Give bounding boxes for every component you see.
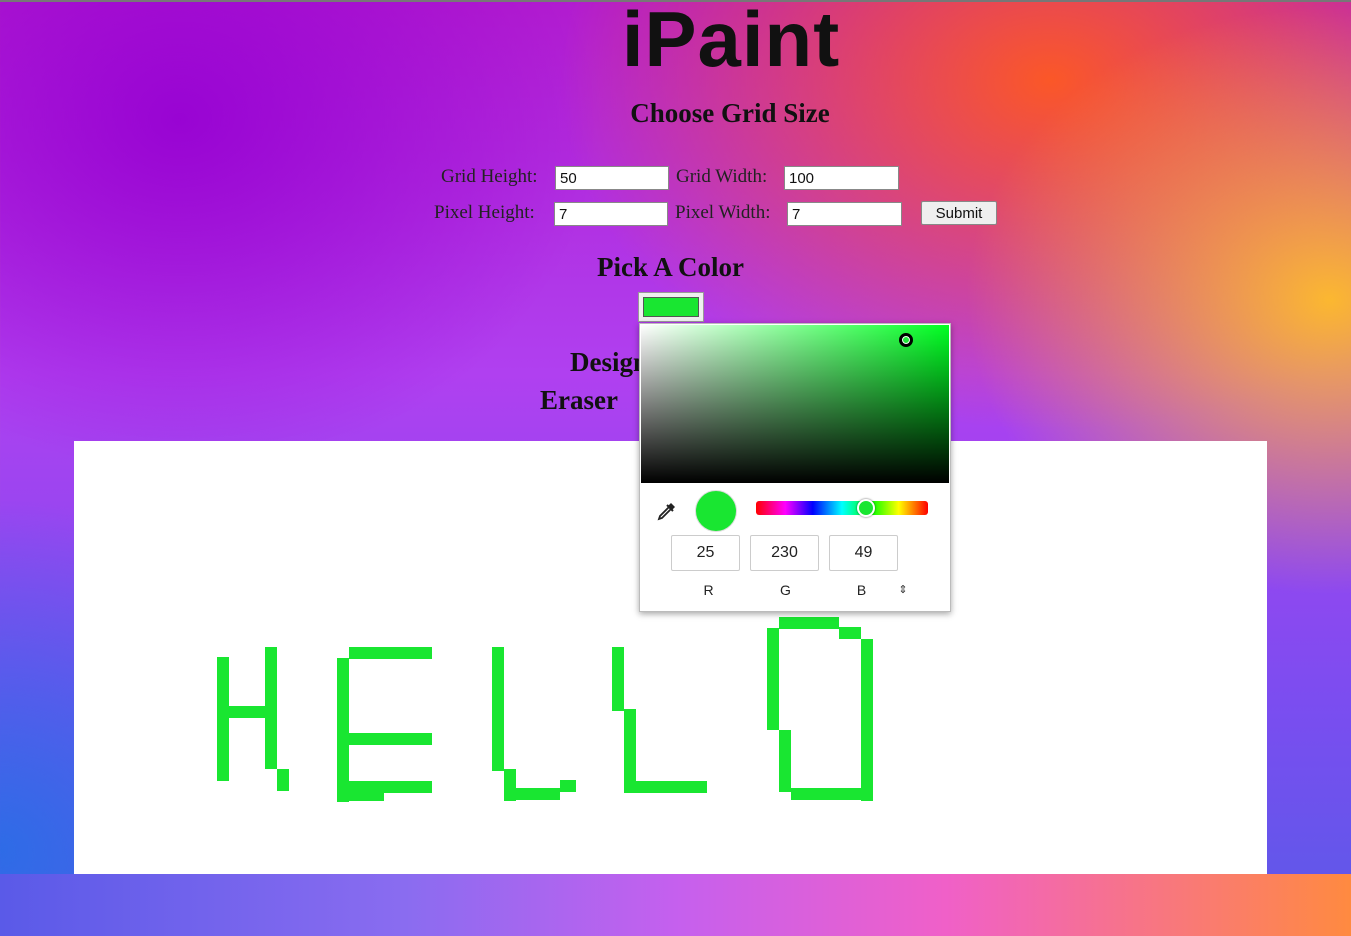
painted-pixel-stroke <box>504 769 516 801</box>
painted-pixel-stroke <box>839 627 861 639</box>
pixel-height-input[interactable] <box>554 202 668 226</box>
eyedropper-icon[interactable] <box>656 500 678 522</box>
painted-pixel-stroke <box>560 780 576 792</box>
painted-pixel-stroke <box>217 657 229 781</box>
grid-width-input[interactable] <box>784 166 899 190</box>
painted-pixel-stroke <box>337 789 384 801</box>
painted-pixel-stroke <box>492 647 504 771</box>
pixel-height-label: Pixel Height: <box>434 202 535 223</box>
saturation-handle[interactable] <box>899 333 913 347</box>
blue-value-input[interactable]: 49 <box>829 535 898 571</box>
painted-pixel-stroke <box>516 788 560 800</box>
green-label: G <box>780 582 791 598</box>
painted-pixel-stroke <box>779 730 791 792</box>
grid-height-label: Grid Height: <box>441 166 538 187</box>
color-picker-popup: 25 230 49 R G B ⇕ <box>639 323 951 612</box>
blue-label: B <box>856 582 867 598</box>
painted-pixel-stroke <box>767 628 779 730</box>
painted-pixel-stroke <box>349 647 432 659</box>
saturation-value-area[interactable] <box>641 325 949 483</box>
painted-pixel-stroke <box>217 706 277 718</box>
submit-button[interactable]: Submit <box>921 201 997 225</box>
painted-pixel-stroke <box>277 769 289 791</box>
painted-pixel-stroke <box>636 781 707 793</box>
pick-color-heading: Pick A Color <box>597 252 744 282</box>
painted-pixel-stroke <box>612 647 624 711</box>
design-canvas-heading: Design Canvas <box>570 347 640 377</box>
painted-pixel-stroke <box>624 709 636 793</box>
grid-height-input[interactable] <box>555 166 669 190</box>
page-background-footer <box>0 874 1351 936</box>
color-swatch-button[interactable] <box>638 292 704 322</box>
color-preview-circle <box>695 490 737 532</box>
pixel-width-input[interactable] <box>787 202 902 226</box>
red-label: R <box>703 582 714 598</box>
painted-pixel-stroke <box>337 658 349 802</box>
grid-width-label: Grid Width: <box>676 166 768 187</box>
painted-pixel-stroke <box>861 639 873 801</box>
painted-pixel-stroke <box>791 788 861 800</box>
updown-chevron-icon[interactable]: ⇕ <box>894 581 912 599</box>
red-value-input[interactable]: 25 <box>671 535 740 571</box>
eraser-heading: Eraser <box>540 385 618 415</box>
app-title: iPaint <box>621 0 841 83</box>
hue-slider-thumb[interactable] <box>857 499 875 517</box>
current-color-swatch <box>643 297 699 317</box>
hue-slider[interactable] <box>756 499 928 517</box>
pixel-width-label: Pixel Width: <box>675 202 771 223</box>
grid-size-heading: Choose Grid Size <box>630 98 830 128</box>
painted-pixel-stroke <box>779 617 839 629</box>
painted-pixel-stroke <box>349 733 432 745</box>
green-value-input[interactable]: 230 <box>750 535 819 571</box>
